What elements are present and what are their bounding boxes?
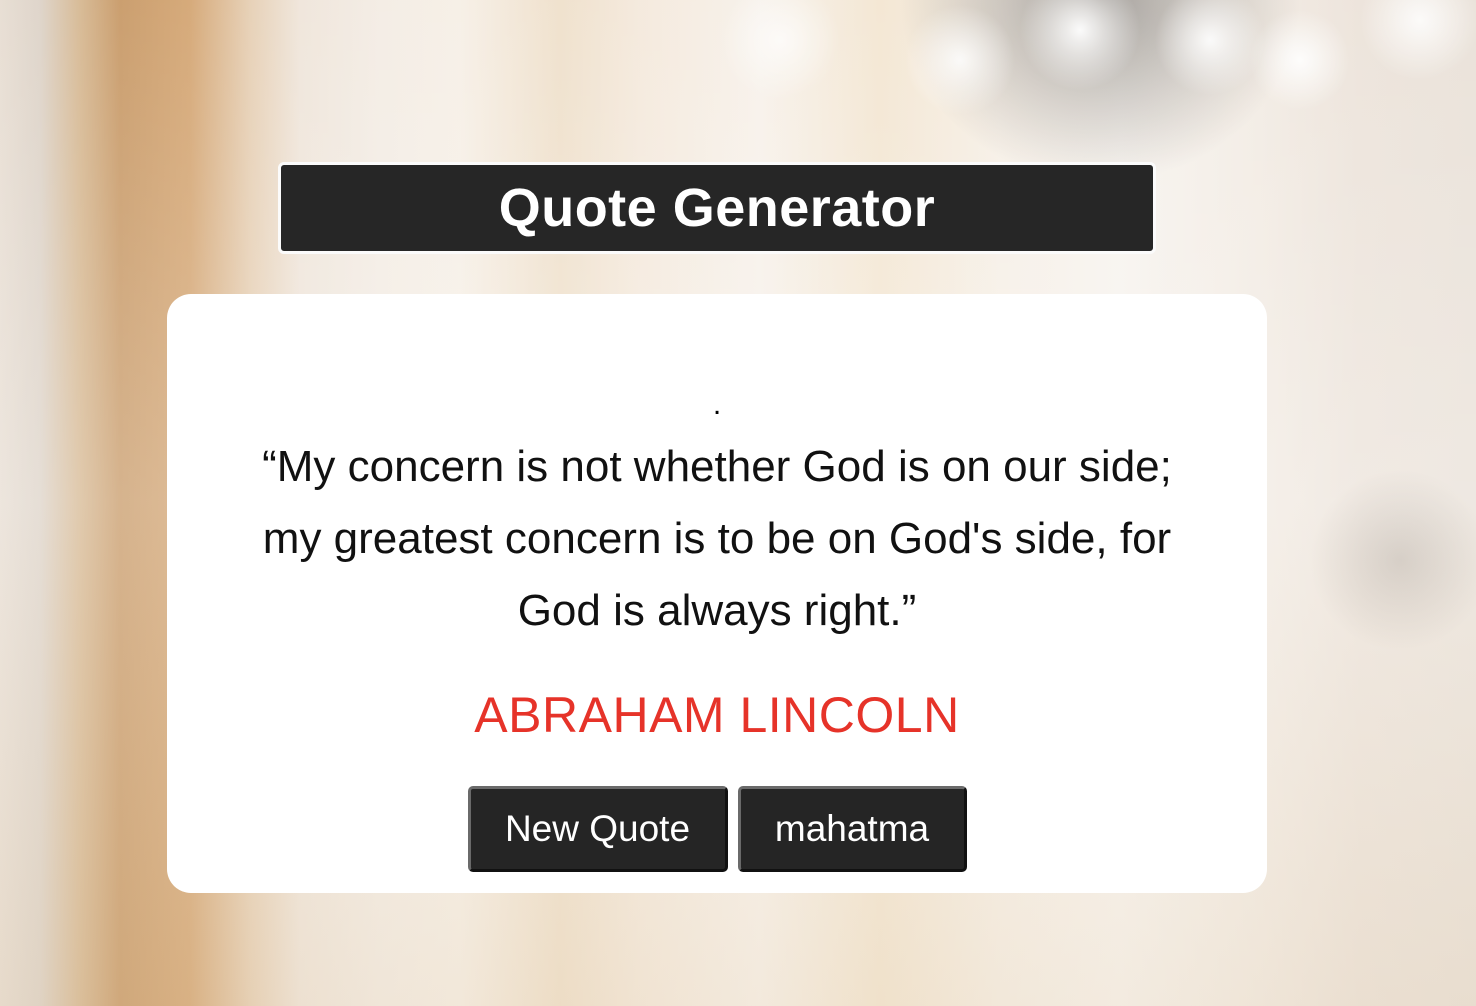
title-bar: Quote Generator [278,162,1156,254]
page-title: Quote Generator [498,178,936,238]
quote-card: . “My concern is not whether God is on o… [167,294,1267,893]
quote-text: “My concern is not whether God is on our… [262,442,1172,635]
quote-author: ABRAHAM LINCOLN [474,687,960,743]
quote-marker: . [712,388,722,421]
new-quote-button[interactable]: New Quote [467,786,728,872]
button-group: New Quote mahatma [167,786,1267,872]
mahatma-button[interactable]: mahatma [737,786,967,872]
